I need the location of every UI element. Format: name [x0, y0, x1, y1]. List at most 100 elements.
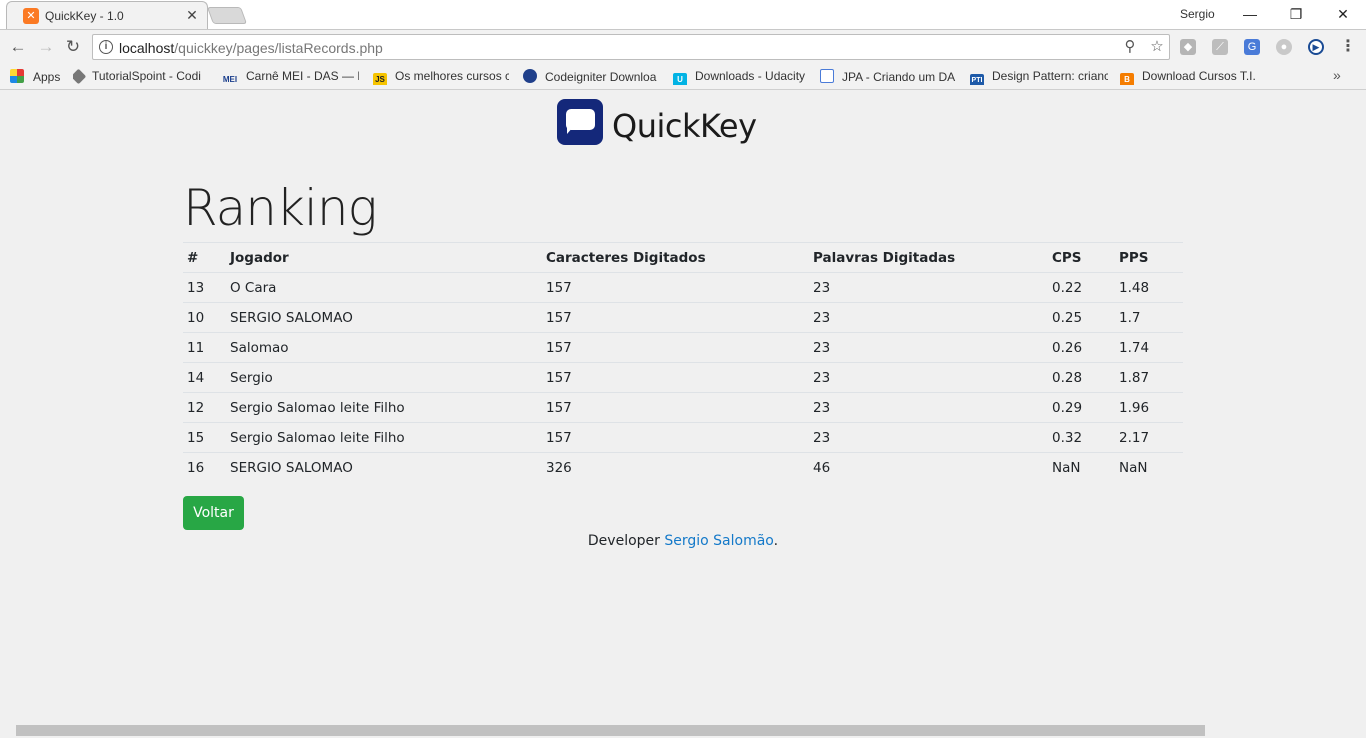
- logo-bubble-tail: [567, 127, 573, 134]
- tutorialspoint-icon: [73, 69, 87, 85]
- bookmark-label: Carnê MEI - DAS — P: [246, 69, 359, 83]
- bookmark-label: Design Pattern: crianc: [992, 69, 1108, 83]
- developer-link[interactable]: Sergio Salomão: [664, 533, 773, 549]
- cell-cps: 0.32: [1048, 422, 1115, 453]
- bookmarks-bar: Apps TutorialSpoint - Codi MEI Carnê MEI …: [0, 64, 1366, 90]
- table-row: 16 SERGIO SALOMAO 326 46 NaN NaN: [183, 452, 1183, 483]
- horizontal-scrollbar[interactable]: [0, 723, 1366, 738]
- footer-credit: Developer Sergio Salomão.: [0, 533, 1366, 549]
- bookmark-download-cursos[interactable]: B Download Cursos T.I.: [1120, 69, 1258, 85]
- url-path: /quickkey/pages/listaRecords.php: [174, 40, 383, 56]
- new-tab-button[interactable]: [206, 7, 248, 24]
- play-extension-icon[interactable]: ▶: [1308, 39, 1324, 55]
- bookmark-apps[interactable]: Apps: [10, 69, 60, 85]
- site-info-icon[interactable]: i: [99, 40, 113, 54]
- profile-user-name[interactable]: Sergio: [1180, 7, 1215, 21]
- cell-pps: 1.87: [1115, 362, 1183, 393]
- url-text[interactable]: localhost/quickkey/pages/listaRecords.ph…: [119, 40, 383, 56]
- cell-player: Salomao: [226, 332, 542, 363]
- jpa-page-icon: [820, 69, 834, 83]
- minimize-icon[interactable]: —: [1227, 2, 1273, 26]
- reload-icon[interactable]: ↻: [62, 36, 84, 58]
- bookmark-jpa[interactable]: JPA - Criando um DA: [820, 69, 958, 85]
- cell-chars: 157: [542, 272, 809, 303]
- column-header-player: Jogador: [226, 242, 542, 273]
- cell-player: SERGIO SALOMAO: [226, 302, 542, 333]
- cell-rank: 10: [183, 302, 226, 333]
- bookmark-udacity[interactable]: U Downloads - Udacity: [673, 69, 809, 85]
- browser-tab-active[interactable]: ✕ QuickKey - 1.0 ✕: [6, 1, 208, 30]
- cell-rank: 12: [183, 392, 226, 423]
- bookmark-star-icon[interactable]: ☆: [1148, 38, 1166, 56]
- xampp-favicon-icon: ✕: [23, 8, 39, 24]
- cell-player: Sergio Salomao leite Filho: [226, 422, 542, 453]
- cell-chars: 157: [542, 302, 809, 333]
- cell-words: 23: [809, 332, 1048, 363]
- url-host: localhost: [119, 40, 175, 56]
- close-window-icon[interactable]: ✕: [1320, 2, 1366, 26]
- bookmarks-overflow-icon[interactable]: »: [1333, 67, 1341, 83]
- pdf-extension-icon[interactable]: ⟋: [1212, 39, 1228, 55]
- scrollbar-thumb[interactable]: [16, 725, 1205, 736]
- cell-words: 23: [809, 272, 1048, 303]
- footer-prefix: Developer: [587, 533, 665, 549]
- forward-arrow-icon[interactable]: →: [35, 36, 57, 58]
- cell-chars: 157: [542, 362, 809, 393]
- table-row: 13 O Cara 157 23 0.22 1.48: [183, 272, 1183, 303]
- udacity-icon: U: [673, 73, 687, 85]
- address-bar[interactable]: i localhost/quickkey/pages/listaRecords.…: [92, 34, 1170, 60]
- bookmark-tutorialspoint[interactable]: TutorialSpoint - Codi: [73, 69, 211, 85]
- back-button[interactable]: Voltar: [183, 496, 244, 530]
- cell-words: 23: [809, 422, 1048, 453]
- cell-pps: 1.96: [1115, 392, 1183, 423]
- column-header-pps: PPS: [1115, 242, 1183, 273]
- bookmark-label: Codeigniter Downloa: [545, 70, 657, 84]
- cell-cps: 0.22: [1048, 272, 1115, 303]
- cell-chars: 157: [542, 422, 809, 453]
- restore-icon[interactable]: ❐: [1273, 2, 1319, 26]
- cell-pps: 1.7: [1115, 302, 1183, 333]
- cell-chars: 326: [542, 452, 809, 483]
- cell-cps: 0.28: [1048, 362, 1115, 393]
- dropbox-extension-icon[interactable]: ◆: [1180, 39, 1196, 55]
- google-translate-extension-icon[interactable]: G: [1244, 39, 1260, 55]
- page-title: Ranking: [183, 179, 378, 237]
- table-row: 11 Salomao 157 23 0.26 1.74: [183, 332, 1183, 363]
- cell-pps: 1.48: [1115, 272, 1183, 303]
- pti-icon: PTI: [970, 74, 984, 85]
- browser-menu-icon[interactable]: ⋮: [1340, 38, 1356, 56]
- cell-chars: 157: [542, 332, 809, 363]
- cell-chars: 157: [542, 392, 809, 423]
- cell-words: 23: [809, 392, 1048, 423]
- table-row: 14 Sergio 157 23 0.28 1.87: [183, 362, 1183, 393]
- footer-suffix: .: [773, 533, 779, 549]
- bookmark-design-pattern[interactable]: PTI Design Pattern: crianc: [970, 69, 1108, 85]
- cell-pps: NaN: [1115, 452, 1183, 483]
- bookmark-label: Downloads - Udacity: [695, 69, 806, 83]
- cell-player: SERGIO SALOMAO: [226, 452, 542, 483]
- js-icon: JS: [373, 73, 387, 85]
- cell-cps: 0.29: [1048, 392, 1115, 423]
- table-row: 12 Sergio Salomao leite Filho 157 23 0.2…: [183, 392, 1183, 423]
- back-arrow-icon[interactable]: ←: [7, 36, 29, 58]
- cell-rank: 11: [183, 332, 226, 363]
- zoom-icon[interactable]: ⚲: [1121, 38, 1139, 56]
- bookmark-label: Download Cursos T.I.: [1142, 69, 1256, 83]
- bookmark-codeigniter[interactable]: Codeigniter Downloa: [523, 69, 660, 85]
- column-header-chars: Caracteres Digitados: [542, 242, 809, 273]
- quickkey-chat-icon: [557, 99, 603, 145]
- cell-rank: 14: [183, 362, 226, 393]
- page-content: QuickKey Ranking # Jogador Caracteres Di…: [0, 91, 1366, 723]
- bookmark-carne-mei[interactable]: MEI Carnê MEI - DAS — P: [221, 69, 359, 85]
- bookmark-melhores-cursos[interactable]: JS Os melhores cursos c: [373, 69, 509, 85]
- codeigniter-icon: [523, 69, 537, 83]
- bookmark-label: Os melhores cursos c: [395, 69, 509, 83]
- cell-player: O Cara: [226, 272, 542, 303]
- tab-close-icon[interactable]: ✕: [183, 6, 201, 24]
- cell-cps: NaN: [1048, 452, 1115, 483]
- globe-extension-icon[interactable]: ●: [1276, 39, 1292, 55]
- bookmark-label: Apps: [33, 70, 61, 84]
- apps-grid-icon: [10, 69, 24, 83]
- cell-rank: 16: [183, 452, 226, 483]
- ranking-table: # Jogador Caracteres Digitados Palavras …: [183, 242, 1183, 483]
